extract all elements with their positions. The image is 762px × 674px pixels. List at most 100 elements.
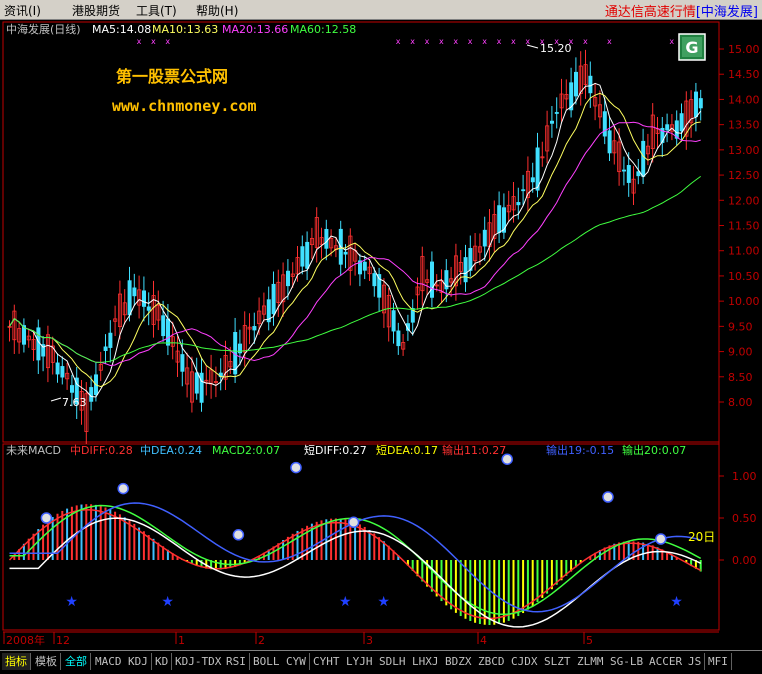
watermark-title: 第一股票公式网: [116, 67, 228, 86]
tab-boll[interactable]: BOLL: [250, 653, 284, 670]
signal-cross: x: [137, 37, 142, 46]
tab-cyht[interactable]: CYHT: [310, 653, 344, 670]
signal-cross: x: [607, 37, 612, 46]
candle-body: [180, 354, 185, 372]
moving-average-lines: [9, 82, 702, 398]
candle-body: [141, 290, 146, 307]
tab-bdzx[interactable]: BDZX: [442, 653, 476, 670]
signal-cross: x: [410, 37, 415, 46]
indicator-tab-bar: 指标 模板 全部 MACD KDJ KD KDJ-TDX RSI BOLL CYW CYHT LYJH…: [0, 650, 762, 674]
time-tick-label: 3: [366, 634, 373, 647]
candle-body: [285, 270, 290, 287]
candle-body: [372, 273, 377, 287]
signal-cross: x: [396, 37, 401, 46]
tab-slzt[interactable]: SLZT: [541, 653, 575, 670]
menu-item-help[interactable]: 帮助(H): [196, 2, 238, 19]
signal-cross: x: [425, 37, 430, 46]
candle-body: [165, 318, 170, 346]
candle-body: [146, 306, 151, 311]
price-tick-label: 13.00: [728, 144, 760, 157]
tab-mfi[interactable]: MFI: [705, 653, 732, 670]
candle-body: [535, 147, 540, 191]
ma60-label: MA60:12.58: [290, 23, 356, 36]
signal-cross: x: [439, 37, 444, 46]
candle-body: [550, 120, 555, 124]
tab-kd[interactable]: KD: [152, 653, 173, 670]
tab-lhxj[interactable]: LHXJ: [409, 653, 443, 670]
signal-cross: x: [511, 37, 516, 46]
tab-sg-lb[interactable]: SG-LB: [607, 653, 648, 670]
tab-kdj[interactable]: KDJ: [125, 653, 152, 670]
candle-body: [343, 251, 348, 255]
tab-cjdx[interactable]: CJDX: [508, 653, 542, 670]
candle-body: [271, 283, 276, 315]
macd-tick-label: 1.00: [732, 470, 757, 483]
price-tick-label: 15.00: [728, 43, 760, 56]
price-panel-title: 中海发展(日线): [6, 22, 81, 36]
tab-zlmm[interactable]: ZLMM: [574, 653, 608, 670]
candle-body: [468, 248, 473, 271]
tab-sdlh[interactable]: SDLH: [376, 653, 410, 670]
star-marker: ★: [339, 594, 352, 610]
svg-text:G: G: [685, 38, 698, 57]
menu-item-hk-futures[interactable]: 港股期货: [72, 2, 120, 19]
candle-body: [305, 241, 310, 269]
price-tick-label: 9.00: [728, 346, 753, 359]
price-tick-label: 14.50: [728, 68, 760, 81]
time-tick-label: 5: [586, 634, 593, 647]
menu-item-tools[interactable]: 工具(T): [136, 2, 177, 19]
short-dea-label: 短DEA:0.17: [376, 443, 438, 457]
tab-all[interactable]: 全部: [62, 653, 91, 670]
macd-y-axis: 1.00 0.50 0.00: [719, 470, 757, 567]
output11-label: 输出11:0.27: [442, 443, 506, 457]
tab-templates[interactable]: 模板: [32, 653, 61, 670]
price-tick-label: 8.00: [728, 396, 753, 409]
price-tick-label: 12.50: [728, 169, 760, 182]
price-panel-frame: [2, 21, 720, 443]
macd-panel-title: 未来MACD: [6, 444, 61, 457]
ma20-label: MA20:13.66: [222, 23, 288, 36]
candle-body: [362, 261, 367, 271]
price-tick-label: 10.50: [728, 270, 760, 283]
tab-cyw[interactable]: CYW: [283, 653, 310, 670]
menu-item-info[interactable]: 资讯(I): [4, 2, 41, 19]
candle-body: [108, 332, 113, 348]
mid-diff-label: 中DIFF:0.28: [70, 444, 133, 457]
price-tick-label: 13.50: [728, 119, 760, 132]
high-pointer: [526, 44, 539, 49]
days-annotation: 20日: [688, 530, 715, 544]
candle-body: [694, 91, 699, 118]
mid-dea-label: 中DEA:0.24: [140, 444, 202, 457]
chart-area[interactable]: 15.00 14.50 14.00 13.50 13.00 12.50 12.00 11.50…: [0, 20, 762, 650]
signal-cross: x: [497, 37, 502, 46]
candle-body: [679, 113, 684, 132]
candle-body: [103, 346, 108, 351]
signal-cross: x: [151, 37, 156, 46]
time-tick-label: 1: [178, 634, 185, 647]
signal-cross: x: [583, 37, 588, 46]
tab-kdj-tdx[interactable]: KDJ-TDX: [172, 653, 226, 670]
signal-cross: x: [525, 37, 530, 46]
signal-ball: [602, 491, 614, 503]
signal-cross: x: [482, 37, 487, 46]
tab-zbcd[interactable]: ZBCD: [475, 653, 509, 670]
menu-bar: 资讯(I) 港股期货 工具(T) 帮助(H) 通达信高速行情[中海发展]: [0, 0, 762, 20]
price-tick-label: 8.50: [728, 371, 753, 384]
tab-accer[interactable]: ACCER: [646, 653, 687, 670]
candle-body: [622, 169, 627, 172]
candle-body: [521, 189, 526, 192]
time-tick-label: 2008年: [6, 633, 45, 647]
signal-cross: x: [669, 37, 674, 46]
tab-js[interactable]: JS: [685, 653, 706, 670]
candle-body: [132, 287, 137, 297]
tab-lyjh[interactable]: LYJH: [343, 653, 377, 670]
time-axis: 2008年 12 1 2 3 4 5: [3, 632, 593, 647]
candle-body: [199, 372, 204, 403]
tab-indicators[interactable]: 指标: [2, 653, 31, 670]
macd2-label: MACD2:0.07: [212, 444, 280, 457]
signal-ball: [655, 533, 667, 545]
tab-macd[interactable]: MACD: [92, 653, 126, 670]
candle-body: [530, 177, 535, 183]
app-logo-icon[interactable]: G: [678, 33, 706, 61]
tab-rsi[interactable]: RSI: [223, 653, 250, 670]
